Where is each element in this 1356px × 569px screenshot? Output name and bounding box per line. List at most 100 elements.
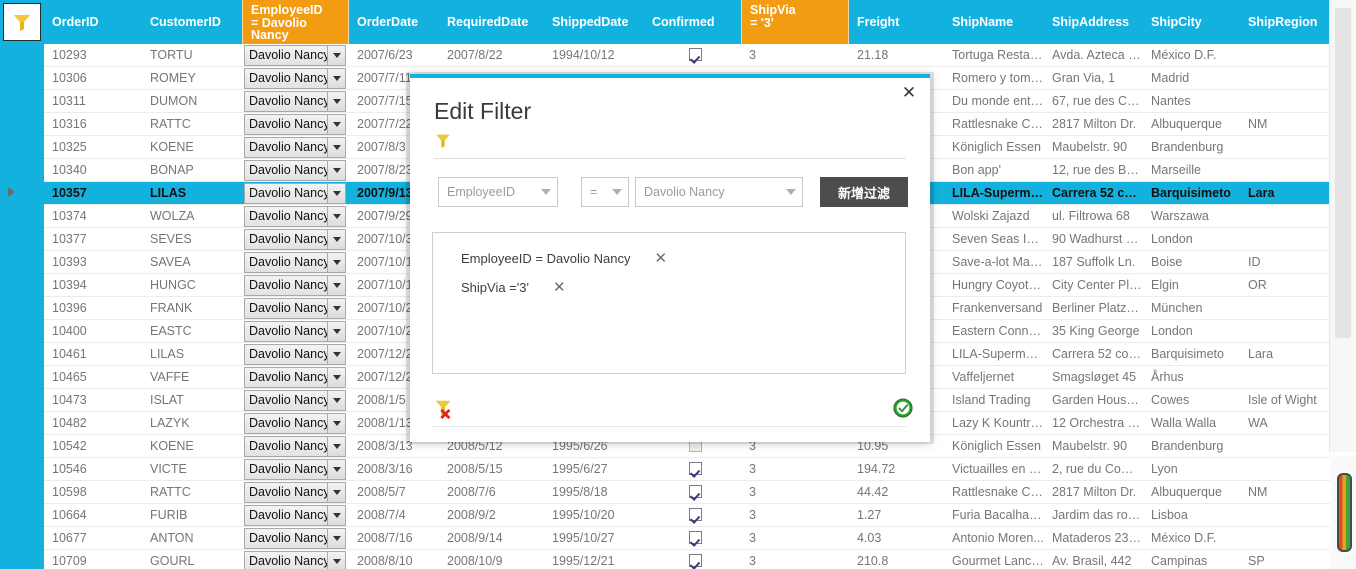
- cell-orderid[interactable]: 10598: [44, 481, 144, 504]
- cell-shipname[interactable]: Gourmet Lanch...: [944, 550, 1044, 569]
- row-indicator-cell[interactable]: [0, 504, 44, 527]
- cell-freight[interactable]: 210.8: [849, 550, 939, 569]
- secondary-scrollbar[interactable]: [1330, 455, 1356, 569]
- cell-shipname[interactable]: Wolski Zajazd: [944, 205, 1044, 228]
- cell-shipname[interactable]: Rattlesnake Can...: [944, 481, 1044, 504]
- cell-shipcity[interactable]: London: [1143, 320, 1238, 343]
- clear-filter-icon[interactable]: [434, 399, 454, 422]
- cell-orderdate[interactable]: 2008/8/10: [349, 550, 437, 569]
- value-select[interactable]: Davolio Nancy: [635, 177, 803, 207]
- row-indicator-cell[interactable]: [0, 343, 44, 366]
- cell-shipname[interactable]: Tortuga Restaur...: [944, 44, 1044, 67]
- table-row[interactable]: 10546 VICTE 2008/3/16 2008/5/15 1995/6/27 3 19…: [0, 458, 1330, 481]
- chevron-down-icon[interactable]: [327, 391, 345, 410]
- row-indicator-cell[interactable]: [0, 297, 44, 320]
- cell-requireddate[interactable]: 2008/9/2: [439, 504, 539, 527]
- cell-shipaddress[interactable]: 2817 Milton Dr.: [1044, 481, 1142, 504]
- cell-freight[interactable]: 4.03: [849, 527, 939, 550]
- cell-requireddate[interactable]: 2008/5/15: [439, 458, 539, 481]
- cell-employeeid-combo[interactable]: Davolio Nancy: [244, 137, 346, 158]
- column-header-customerid[interactable]: CustomerID: [142, 0, 242, 44]
- row-indicator-cell[interactable]: [0, 481, 44, 504]
- cell-orderid[interactable]: 10709: [44, 550, 144, 569]
- cell-customerid[interactable]: LILAS: [142, 182, 237, 205]
- chevron-down-icon[interactable]: [327, 207, 345, 226]
- cell-customerid[interactable]: VAFFE: [142, 366, 237, 389]
- cell-customerid[interactable]: TORTU: [142, 44, 237, 67]
- cell-shipregion[interactable]: Isle of Wight: [1240, 389, 1330, 412]
- cell-shipaddress[interactable]: Av. Brasil, 442: [1044, 550, 1142, 569]
- row-indicator-cell[interactable]: [0, 67, 44, 90]
- cell-requireddate[interactable]: 2008/7/6: [439, 481, 539, 504]
- row-indicator-cell[interactable]: [0, 90, 44, 113]
- cell-shipcity[interactable]: Cowes: [1143, 389, 1238, 412]
- cell-shipname[interactable]: Rattlesnake Can...: [944, 113, 1044, 136]
- chevron-down-icon[interactable]: [327, 253, 345, 272]
- cell-employeeid-combo[interactable]: Davolio Nancy: [244, 367, 346, 388]
- cell-customerid[interactable]: SEVES: [142, 228, 237, 251]
- cell-shipvia[interactable]: 3: [741, 458, 801, 481]
- cell-shipaddress[interactable]: Mataderos 2312: [1044, 527, 1142, 550]
- cell-customerid[interactable]: FRANK: [142, 297, 237, 320]
- cell-shipcity[interactable]: Lyon: [1143, 458, 1238, 481]
- cell-customerid[interactable]: ROMEY: [142, 67, 237, 90]
- cell-shipcity[interactable]: Lisboa: [1143, 504, 1238, 527]
- cell-shipname[interactable]: Seven Seas Imp...: [944, 228, 1044, 251]
- table-row[interactable]: 10664 FURIB 2008/7/4 2008/9/2 1995/10/20 3 1.2…: [0, 504, 1330, 527]
- cell-confirmed-checkbox[interactable]: [689, 554, 702, 567]
- cell-employeeid-combo[interactable]: Davolio Nancy: [244, 298, 346, 319]
- row-indicator-cell[interactable]: [0, 205, 44, 228]
- cell-customerid[interactable]: RATTC: [142, 113, 237, 136]
- cell-employeeid-combo[interactable]: Davolio Nancy: [244, 91, 346, 112]
- cell-orderdate[interactable]: 2008/7/16: [349, 527, 437, 550]
- cell-customerid[interactable]: KOENE: [142, 136, 237, 159]
- chevron-down-icon[interactable]: [327, 460, 345, 479]
- cell-customerid[interactable]: VICTE: [142, 458, 237, 481]
- cell-customerid[interactable]: HUNGC: [142, 274, 237, 297]
- cell-employeeid-combo[interactable]: Davolio Nancy: [244, 252, 346, 273]
- cell-shipcity[interactable]: México D.F.: [1143, 527, 1238, 550]
- cell-shipaddress[interactable]: 2, rue du Comm...: [1044, 458, 1142, 481]
- chevron-down-icon[interactable]: [327, 506, 345, 525]
- cell-customerid[interactable]: GOURL: [142, 550, 237, 569]
- chevron-down-icon[interactable]: [327, 92, 345, 111]
- row-indicator-cell[interactable]: [0, 274, 44, 297]
- vertical-scrollbar-thumb[interactable]: [1335, 8, 1351, 338]
- cell-shipaddress[interactable]: City Center Plaz...: [1044, 274, 1142, 297]
- cell-confirmed-checkbox[interactable]: [689, 485, 702, 498]
- column-header-orderdate[interactable]: OrderDate: [349, 0, 439, 44]
- column-header-shippeddate[interactable]: ShippedDate: [544, 0, 644, 44]
- cell-shipname[interactable]: Frankenversand: [944, 297, 1044, 320]
- row-indicator-cell[interactable]: [0, 550, 44, 569]
- cell-employeeid-combo[interactable]: Davolio Nancy: [244, 482, 346, 503]
- cell-shipregion[interactable]: SP: [1240, 550, 1330, 569]
- row-indicator-cell[interactable]: [0, 182, 44, 205]
- cell-confirmed-checkbox[interactable]: [689, 48, 702, 61]
- cell-shipaddress[interactable]: 67, rue des Cinq...: [1044, 90, 1142, 113]
- row-indicator-cell[interactable]: [0, 228, 44, 251]
- cell-orderid[interactable]: 10325: [44, 136, 144, 159]
- cell-customerid[interactable]: LAZYK: [142, 412, 237, 435]
- cell-orderid[interactable]: 10473: [44, 389, 144, 412]
- chevron-down-icon[interactable]: [327, 437, 345, 456]
- cell-shipcity[interactable]: Marseille: [1143, 159, 1238, 182]
- chevron-down-icon[interactable]: [327, 161, 345, 180]
- cell-shipname[interactable]: Hungry Coyote I...: [944, 274, 1044, 297]
- operator-select[interactable]: =: [581, 177, 629, 207]
- cell-orderid[interactable]: 10394: [44, 274, 144, 297]
- cell-shipvia[interactable]: 3: [741, 550, 801, 569]
- cell-employeeid-combo[interactable]: Davolio Nancy: [244, 160, 346, 181]
- cell-shipregion[interactable]: NM: [1240, 481, 1330, 504]
- table-row[interactable]: 10677 ANTON 2008/7/16 2008/9/14 1995/10/27 3 4…: [0, 527, 1330, 550]
- cell-shipname[interactable]: LILA-Supermerca...: [944, 343, 1044, 366]
- cell-shipname[interactable]: Save-a-lot Mark...: [944, 251, 1044, 274]
- cell-employeeid-combo[interactable]: Davolio Nancy: [244, 344, 346, 365]
- cell-employeeid-combo[interactable]: Davolio Nancy: [244, 183, 346, 204]
- cell-shipaddress[interactable]: Carrera 52 con A...: [1044, 182, 1142, 205]
- cell-shipregion[interactable]: ID: [1240, 251, 1330, 274]
- apply-check-icon[interactable]: [893, 398, 913, 421]
- cell-shipregion[interactable]: NM: [1240, 113, 1330, 136]
- cell-shipaddress[interactable]: Smagsløget 45: [1044, 366, 1142, 389]
- cell-customerid[interactable]: WOLZA: [142, 205, 237, 228]
- cell-shipaddress[interactable]: 12 Orchestra Ter...: [1044, 412, 1142, 435]
